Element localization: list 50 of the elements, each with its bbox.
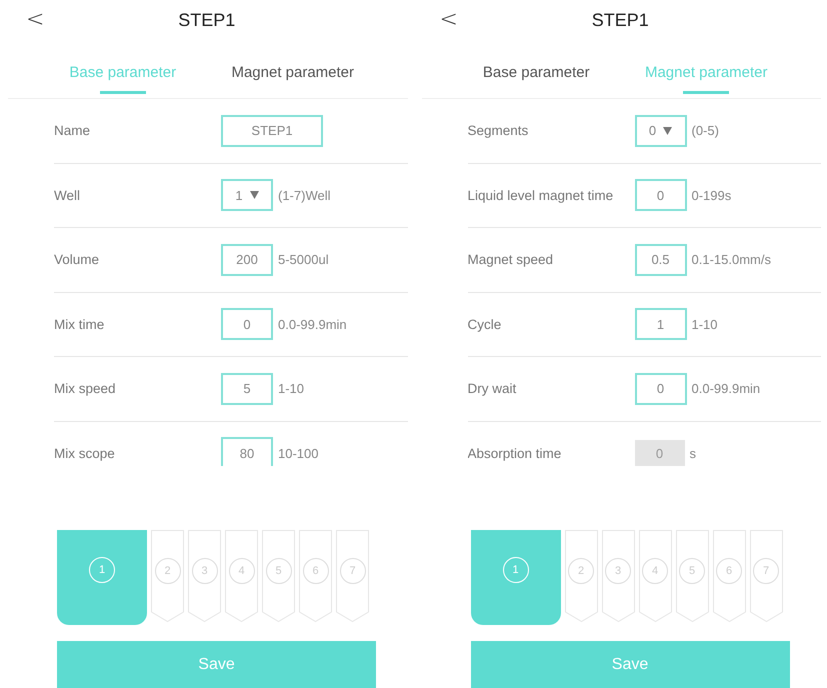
input-field[interactable]: 200: [221, 244, 273, 276]
tab[interactable]: Base parameter: [38, 40, 208, 98]
tab[interactable]: Magnet parameter: [208, 40, 378, 98]
field-label: Segments: [468, 123, 530, 138]
field-label: Mix speed: [54, 381, 117, 396]
range-hint: 0.0-99.9min: [278, 316, 347, 332]
field-label: Absorption time: [468, 446, 562, 461]
page-title: STEP1: [178, 10, 236, 30]
page-title: STEP1: [592, 10, 649, 30]
input-field[interactable]: 1: [634, 308, 686, 340]
input-field[interactable]: 0: [634, 372, 686, 405]
field-label: Liquid level magnet time: [468, 188, 614, 203]
input-field[interactable]: 0.5: [634, 244, 686, 276]
range-hint: 5-5000ul: [278, 252, 329, 268]
back-button[interactable]: <: [440, 9, 458, 31]
tab[interactable]: Magnet parameter: [621, 40, 792, 98]
input-field[interactable]: STEP1: [221, 114, 323, 147]
input-field[interactable]: 5: [221, 372, 273, 405]
input-field[interactable]: 0: [634, 179, 686, 212]
range-hint: 1-10: [692, 316, 718, 332]
caret-icon: [250, 191, 259, 200]
range-hint: (1-7)Well: [278, 188, 330, 203]
range-hint: 0.0-99.9min: [692, 381, 760, 396]
field-label: Mix time: [54, 316, 106, 332]
save-button[interactable]: Save: [57, 641, 376, 688]
dropdown[interactable]: 0: [634, 114, 686, 147]
field-label: Volume: [54, 252, 100, 268]
input-field[interactable]: 80: [221, 437, 273, 466]
well-tab[interactable]: 1: [470, 530, 560, 625]
field-label: Mix scope: [54, 446, 116, 461]
field-label: Well: [54, 188, 82, 203]
save-button[interactable]: Save: [470, 641, 790, 688]
tab[interactable]: Base parameter: [451, 40, 622, 98]
range-hint: s: [690, 446, 696, 461]
field-label: Magnet speed: [468, 252, 554, 268]
well-number: 1: [502, 557, 528, 583]
caret-icon: [663, 126, 672, 135]
well-number: 1: [89, 557, 115, 583]
field-label: Cycle: [468, 316, 502, 332]
field-label: Name: [54, 123, 92, 138]
back-button[interactable]: <: [26, 9, 44, 31]
input-field[interactable]: 0: [221, 308, 273, 340]
range-hint: 0.1-15.0mm/s: [692, 252, 771, 268]
range-hint: 0-199s: [692, 188, 732, 203]
dropdown[interactable]: 1: [221, 179, 273, 212]
range-hint: (0-5): [692, 123, 719, 138]
range-hint: 1-10: [278, 381, 304, 396]
range-hint: 10-100: [278, 446, 318, 461]
well-tab[interactable]: 1: [57, 530, 147, 625]
field-label: Dry wait: [468, 381, 518, 396]
